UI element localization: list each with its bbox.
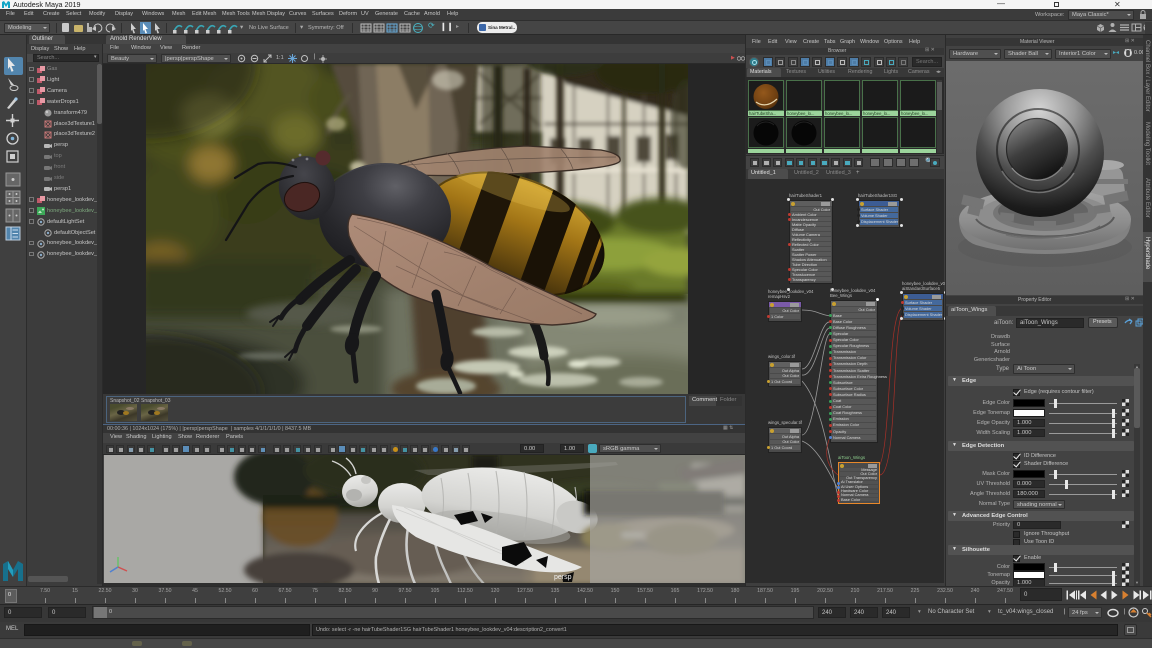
svg-text:persp: persp (554, 574, 572, 581)
